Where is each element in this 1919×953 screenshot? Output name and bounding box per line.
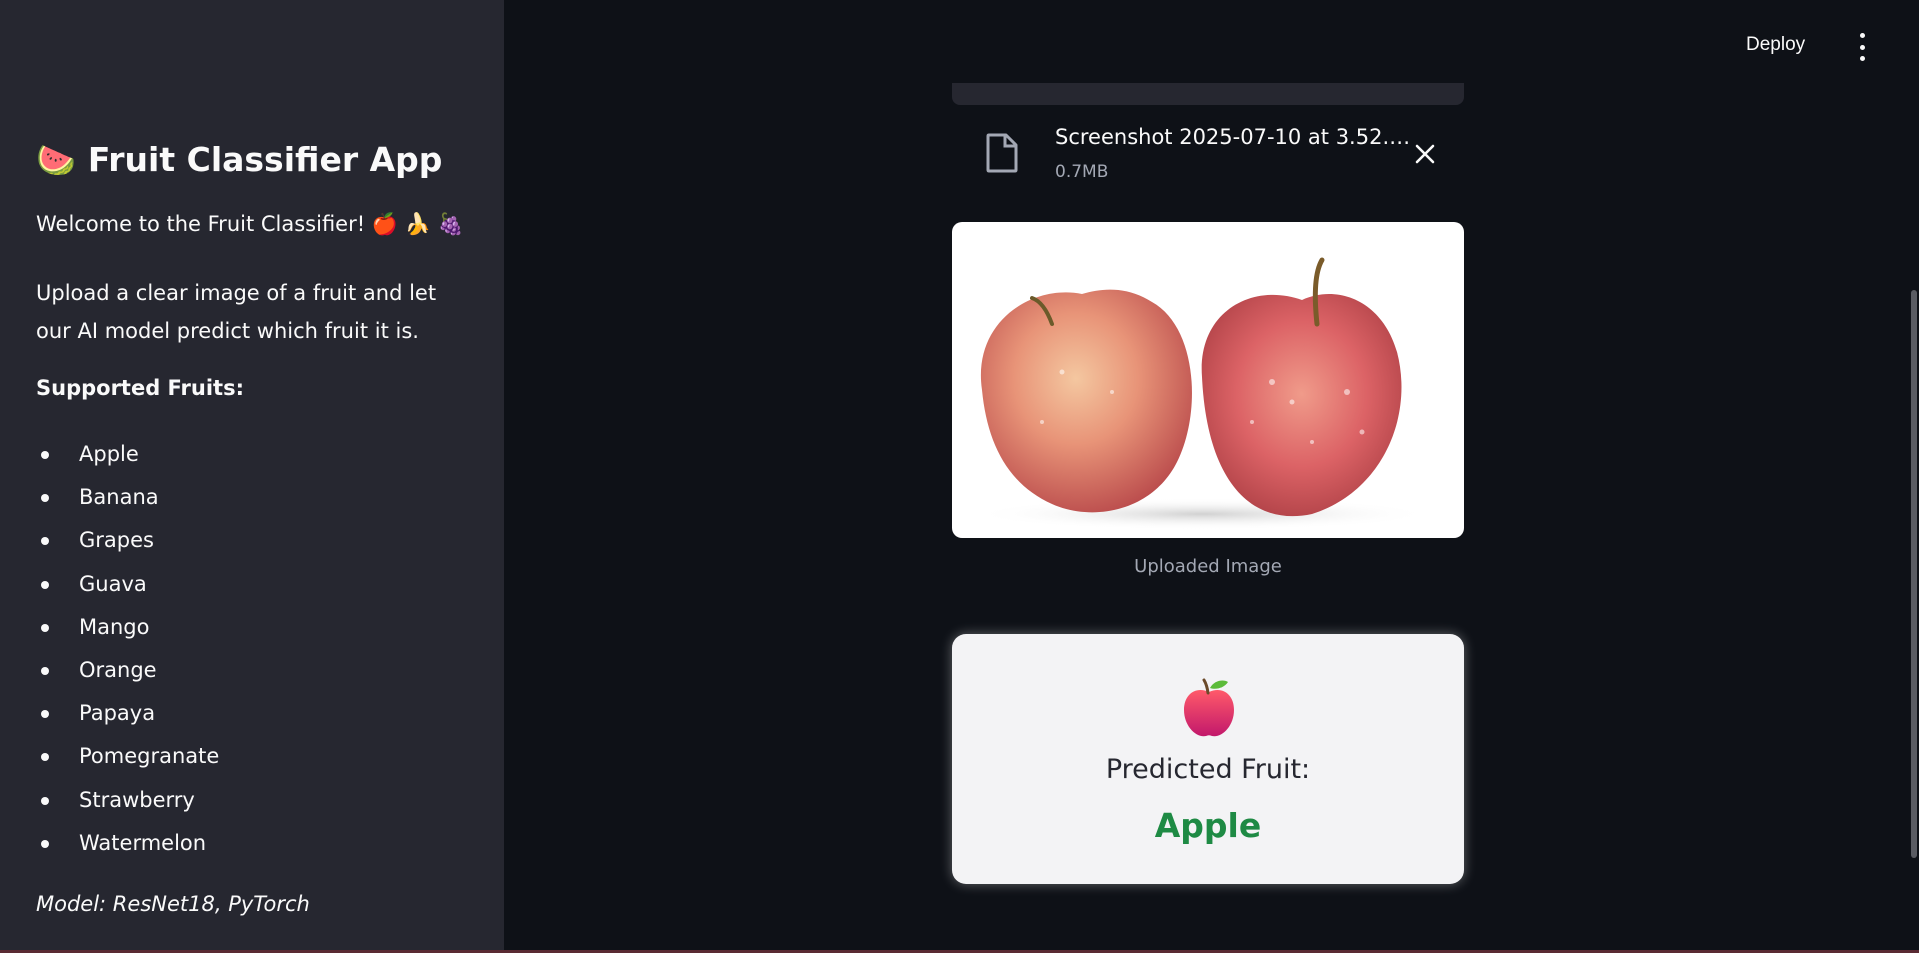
- watermelon-icon: 🍉: [36, 140, 76, 179]
- image-caption: Uploaded Image: [1134, 556, 1282, 577]
- model-note: Model: ResNet18, PyTorch: [36, 892, 310, 916]
- deploy-button[interactable]: Deploy: [1746, 34, 1805, 56]
- uploaded-file-size: 0.7MB: [1055, 162, 1109, 182]
- welcome-text: Welcome to the Fruit Classifier! 🍎 🍌 🍇: [36, 212, 464, 236]
- list-item: Grapes: [36, 523, 219, 566]
- app-title-text: Fruit Classifier App: [87, 140, 443, 179]
- list-item: Pomegranate: [36, 739, 219, 782]
- apple-icon: [1184, 678, 1234, 737]
- list-item: Watermelon: [36, 826, 219, 869]
- predicted-fruit-label: Predicted Fruit:: [1105, 754, 1311, 785]
- scrollbar[interactable]: [1911, 290, 1917, 858]
- supported-fruits-heading: Supported Fruits:: [36, 376, 244, 400]
- list-item: Guava: [36, 567, 219, 610]
- prediction-card: Predicted Fruit: Apple: [952, 634, 1464, 884]
- list-item: Strawberry: [36, 783, 219, 826]
- file-icon: [986, 133, 1018, 173]
- file-uploader-dropzone[interactable]: [952, 83, 1464, 105]
- uploaded-image: [952, 222, 1464, 538]
- description-text: Upload a clear image of a fruit and let …: [36, 281, 437, 343]
- uploaded-file-name: Screenshot 2025-07-10 at 3.52.50 PM.png: [1055, 125, 1415, 149]
- sidebar: 🍉 Fruit Classifier App Welcome to the Fr…: [0, 0, 504, 950]
- list-item: Orange: [36, 653, 219, 696]
- list-item: Banana: [36, 480, 219, 523]
- app-root: 🍉 Fruit Classifier App Welcome to the Fr…: [0, 0, 1919, 953]
- list-item: Apple: [36, 437, 219, 480]
- predicted-fruit-value: Apple: [1154, 806, 1262, 845]
- list-item: Mango: [36, 610, 219, 653]
- list-item: Papaya: [36, 696, 219, 739]
- app-title: 🍉 Fruit Classifier App: [36, 140, 442, 179]
- more-vertical-icon[interactable]: [1854, 33, 1870, 61]
- fruit-list: Apple Banana Grapes Guava Mango Orange P…: [36, 437, 219, 869]
- close-icon[interactable]: [1411, 140, 1439, 168]
